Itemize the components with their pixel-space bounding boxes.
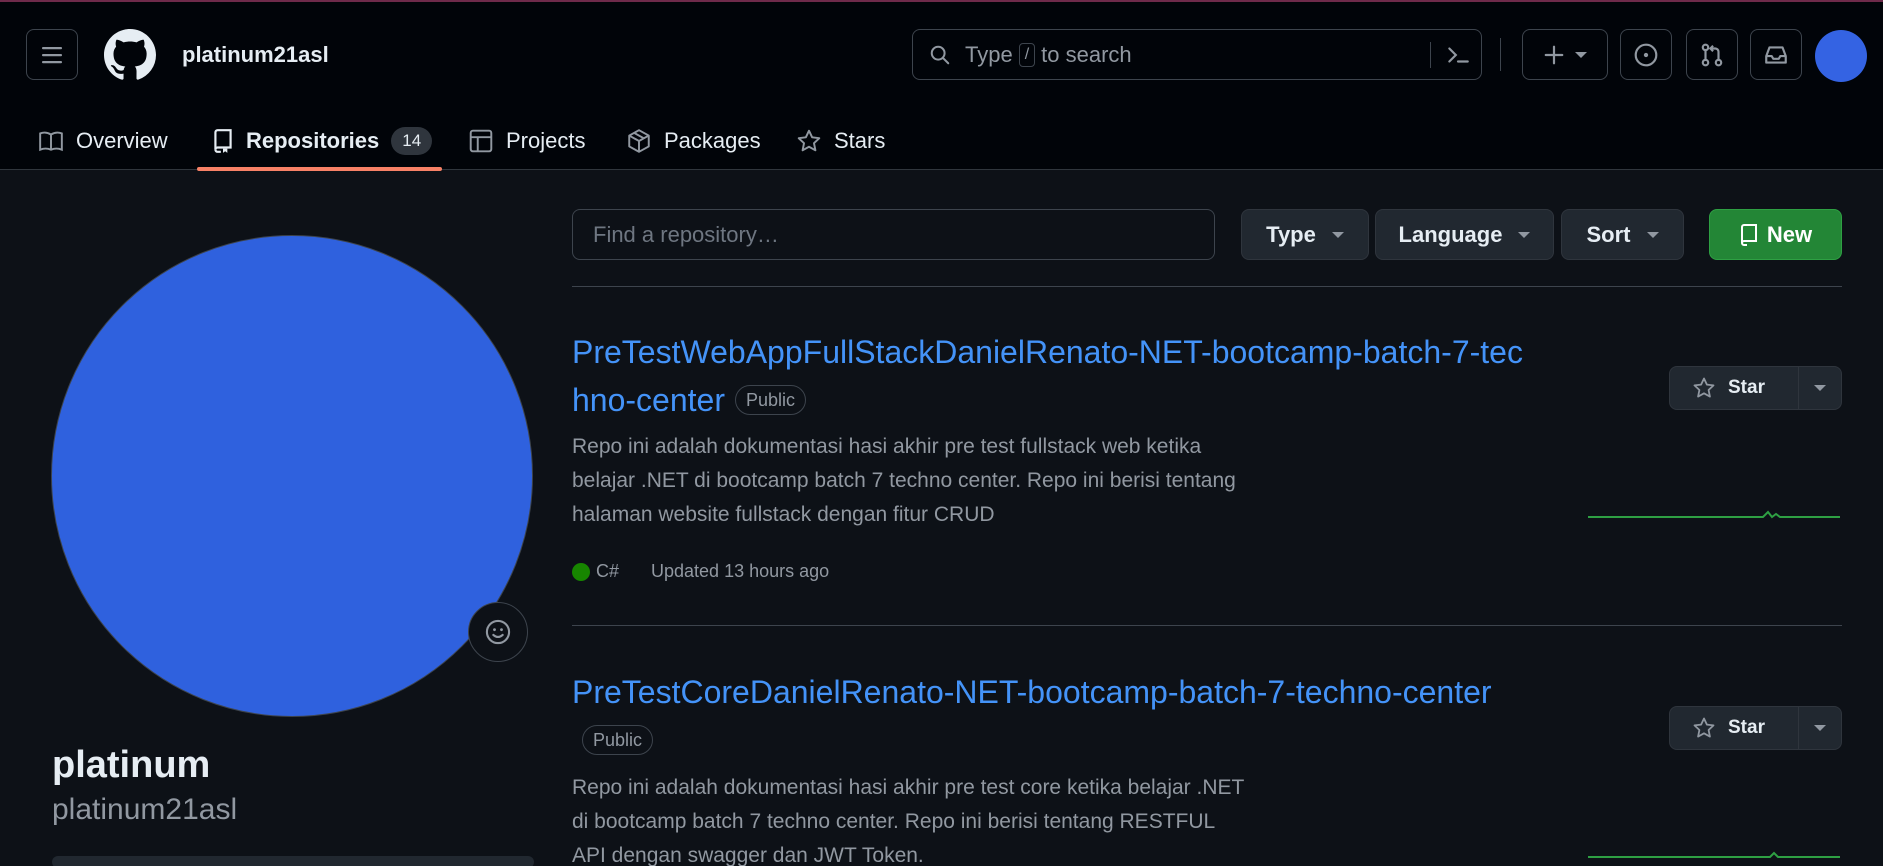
search-suffix-text: to search	[1041, 41, 1132, 67]
sort-label: Sort	[1586, 221, 1631, 247]
header-username[interactable]: platinum21asl	[182, 42, 329, 68]
tab-packages[interactable]: Packages	[626, 120, 761, 162]
repo-link[interactable]: PreTestWebAppFullStackDanielRenato-NET-b…	[572, 334, 1523, 418]
github-logo-icon[interactable]	[104, 29, 156, 81]
profile-avatar[interactable]	[51, 235, 533, 717]
language-filter-button[interactable]: Language	[1375, 209, 1554, 260]
hamburger-icon	[42, 46, 62, 63]
chevron-down-icon	[1646, 231, 1659, 238]
tab-stars[interactable]: Stars	[796, 120, 885, 162]
smiley-icon	[485, 619, 511, 645]
table-icon	[469, 129, 493, 153]
new-button-label: New	[1766, 221, 1813, 247]
activity-sparkline	[1588, 510, 1840, 519]
hamburger-menu-button[interactable]	[26, 29, 78, 80]
pull-request-icon	[1701, 43, 1723, 66]
visibility-badge: Public	[734, 384, 807, 415]
chevron-down-icon	[1518, 231, 1531, 238]
profile-name: platinum	[52, 744, 211, 786]
star-list-dropdown[interactable]	[1799, 725, 1841, 731]
visibility-badge: Public	[582, 724, 654, 755]
activity-sparkline	[1588, 851, 1840, 858]
inbox-icon	[1765, 45, 1787, 64]
create-new-button[interactable]	[1522, 29, 1608, 80]
list-divider	[572, 625, 1842, 626]
repo-description: Repo ini adalah dokumentasi hasi akhir p…	[572, 435, 1236, 526]
star-button[interactable]: Star	[1670, 376, 1798, 400]
language-color-dot	[572, 562, 590, 581]
tab-label: Projects	[506, 128, 586, 153]
user-avatar-menu[interactable]	[1815, 30, 1867, 82]
tab-projects[interactable]: Projects	[468, 120, 585, 162]
star-icon	[1693, 377, 1715, 398]
repo-link[interactable]: PreTestCoreDanielRenato-NET-bootcamp-bat…	[572, 674, 1492, 710]
star-icon	[797, 129, 821, 152]
language-filter-label: Language	[1398, 221, 1503, 247]
tab-label: Overview	[76, 128, 168, 153]
tab-label: Stars	[834, 128, 886, 153]
search-shortcut-key: /	[1018, 42, 1036, 67]
new-repository-button[interactable]: New	[1709, 209, 1842, 260]
chevron-down-icon	[1814, 385, 1826, 391]
repo-icon	[1740, 223, 1757, 246]
active-tab-indicator	[197, 167, 442, 171]
profile-login: platinum21asl	[52, 793, 238, 826]
chevron-down-icon	[1575, 51, 1587, 58]
repo-title: PreTestWebAppFullStackDanielRenato-NET-b…	[572, 328, 1532, 424]
star-label: Star	[1728, 377, 1765, 398]
tab-label: Repositories	[246, 128, 380, 153]
repo-description: Repo ini adalah dokumentasi hasi akhir p…	[572, 776, 1244, 866]
star-button-group: Star	[1669, 366, 1842, 410]
search-prefix-text: Type	[965, 41, 1013, 67]
star-icon	[1693, 717, 1715, 738]
issues-button[interactable]	[1620, 29, 1672, 80]
repo-meta: C# Updated 13 hours ago	[572, 561, 829, 582]
plus-icon	[1544, 45, 1564, 64]
tab-overview[interactable]: Overview	[38, 120, 168, 162]
search-icon	[929, 44, 951, 66]
repo-language: C#	[596, 561, 620, 581]
chevron-down-icon	[1331, 231, 1344, 238]
search-divider	[1430, 42, 1431, 68]
top-header: platinum21asl Type / to search Overview	[0, 0, 1883, 172]
header-divider	[1500, 38, 1501, 71]
repo-updated: Updated 13 hours ago	[651, 561, 830, 581]
profile-tabs: Overview Repositories 14 Projects Packag…	[0, 112, 1000, 172]
star-button-group: Star	[1669, 706, 1842, 750]
issue-icon	[1634, 43, 1658, 66]
star-list-dropdown[interactable]	[1799, 385, 1841, 391]
pull-requests-button[interactable]	[1686, 29, 1738, 80]
star-label: Star	[1728, 717, 1765, 738]
list-divider	[572, 286, 1842, 287]
command-palette-icon[interactable]	[1445, 42, 1471, 68]
repo-icon	[214, 129, 232, 153]
repo-title: PreTestCoreDanielRenato-NET-bootcamp-bat…	[572, 668, 1532, 764]
chevron-down-icon	[1814, 725, 1826, 731]
find-repository-input[interactable]	[572, 209, 1215, 260]
tab-label: Packages	[664, 128, 761, 153]
book-icon	[39, 131, 63, 152]
star-button[interactable]: Star	[1670, 716, 1798, 740]
type-filter-button[interactable]: Type	[1241, 209, 1369, 260]
sort-button[interactable]: Sort	[1561, 209, 1684, 260]
repositories-count-badge: 14	[391, 127, 433, 155]
type-filter-label: Type	[1266, 221, 1316, 247]
package-icon	[628, 129, 650, 153]
edit-profile-button[interactable]	[52, 856, 534, 866]
set-status-button[interactable]	[468, 602, 528, 662]
inbox-button[interactable]	[1750, 29, 1802, 80]
search-box[interactable]: Type / to search	[912, 29, 1482, 80]
tab-repositories[interactable]: Repositories 14	[212, 120, 433, 162]
